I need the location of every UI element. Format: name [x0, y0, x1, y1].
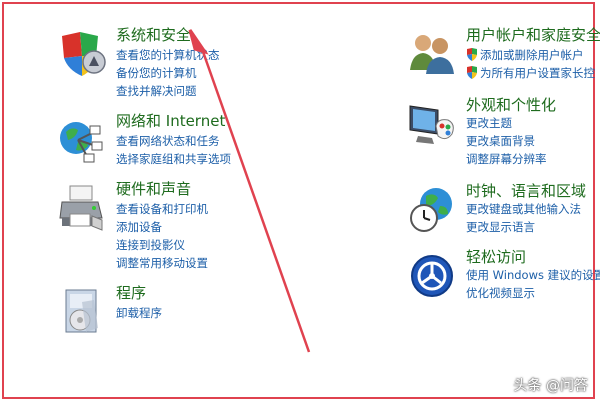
annotation-arrow [188, 29, 311, 353]
watermark-text: 头条 @问答 [513, 378, 588, 394]
toutiao-logo-icon [494, 378, 511, 392]
watermark: 头条 @问答 [494, 375, 588, 395]
